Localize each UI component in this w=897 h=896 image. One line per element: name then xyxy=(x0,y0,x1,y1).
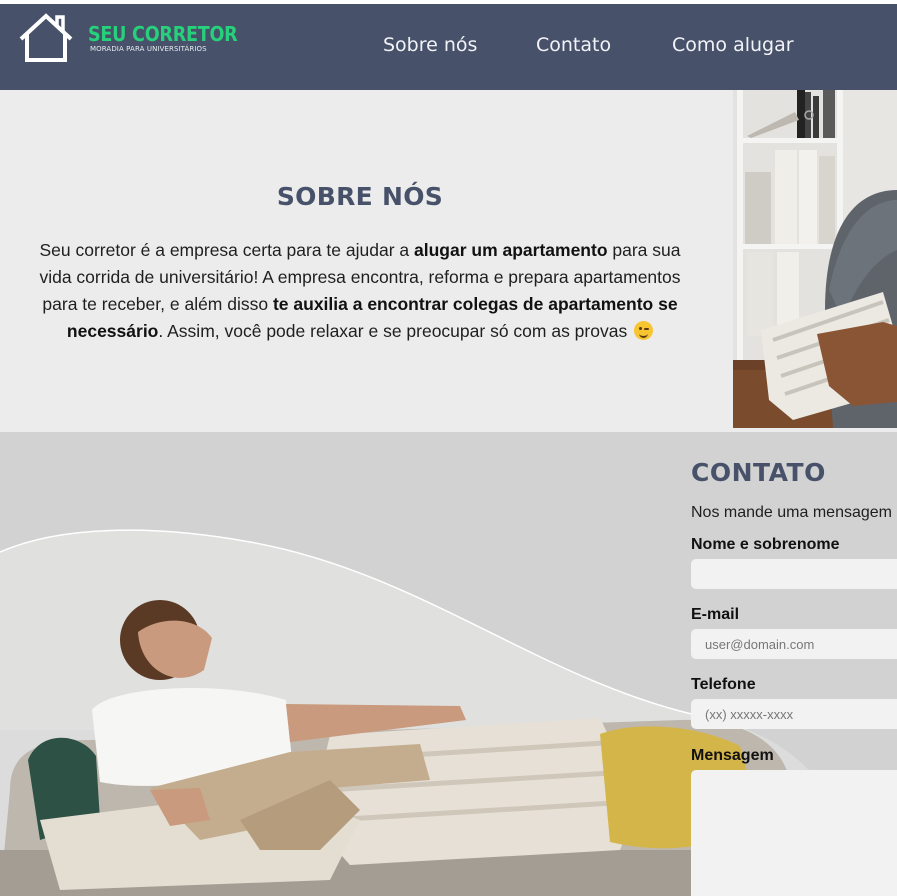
about-text: Seu corretor é a empresa certa para te a… xyxy=(22,237,698,345)
contact-subtitle: Nos mande uma mensagem e xyxy=(691,504,897,521)
nav-link-sobre-nos[interactable]: Sobre nós xyxy=(383,34,477,56)
email-label: E-mail xyxy=(691,606,740,623)
contact-title: CONTATO xyxy=(691,458,826,487)
logo-tagline: MORADIA PARA UNIVERSITÁRIOS xyxy=(90,45,207,53)
nav-link-contato[interactable]: Contato xyxy=(536,34,611,56)
message-textarea[interactable] xyxy=(691,770,897,896)
about-text-part-1: Seu corretor é a empresa certa para te a… xyxy=(39,240,414,260)
wink-emoji-icon xyxy=(634,321,654,340)
email-input[interactable] xyxy=(691,629,897,659)
message-label: Mensagem xyxy=(691,747,774,764)
phone-input[interactable] xyxy=(691,699,897,729)
name-label: Nome e sobrenome xyxy=(691,536,840,553)
site-header: SEU CORRETOR MORADIA PARA UNIVERSITÁRIOS… xyxy=(0,4,897,90)
about-bold-rent: alugar um apartamento xyxy=(414,240,608,260)
logo-name[interactable]: SEU CORRETOR xyxy=(88,22,238,46)
about-text-part-3: . Assim, você pode relaxar e se preocupa… xyxy=(158,321,633,341)
room-photo xyxy=(733,90,897,428)
phone-label: Telefone xyxy=(691,676,756,693)
about-title: SOBRE NÓS xyxy=(276,182,444,211)
nav-link-como-alugar[interactable]: Como alugar xyxy=(672,34,794,56)
house-logo-icon[interactable] xyxy=(17,12,75,64)
name-input[interactable] xyxy=(691,559,897,589)
